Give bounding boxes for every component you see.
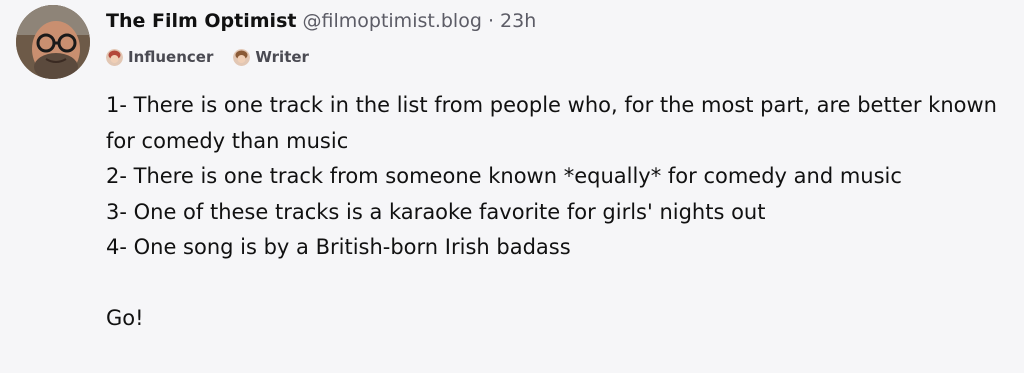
post-timestamp[interactable]: 23h: [500, 10, 536, 32]
post-line-2: 2- There is one track from someone known…: [106, 164, 902, 188]
badge-influencer-label: Influencer: [128, 48, 214, 66]
writer-avatar-icon: [233, 48, 251, 66]
post-closing: Go!: [106, 306, 144, 330]
badge-writer[interactable]: Writer: [233, 45, 309, 69]
author-handle[interactable]: @filmoptimist.blog: [303, 10, 482, 32]
author-avatar[interactable]: [16, 5, 90, 79]
post-body: 1- There is one track in the list from p…: [106, 88, 1006, 337]
post-line-1: 1- There is one track in the list from p…: [106, 93, 997, 153]
influencer-avatar-icon: [106, 48, 123, 66]
post-header: The Film Optimist @filmoptimist.blog · 2…: [106, 7, 536, 35]
author-display-name[interactable]: The Film Optimist: [106, 10, 296, 32]
post-line-3: 3- One of these tracks is a karaoke favo…: [106, 199, 766, 224]
avatar-photo-icon: [16, 5, 90, 79]
header-separator: ·: [487, 10, 494, 32]
post-card: The Film Optimist @filmoptimist.blog · 2…: [0, 0, 1024, 373]
badge-writer-label: Writer: [255, 48, 309, 66]
author-badges: Influencer Writer: [106, 45, 309, 69]
post-line-4: 4- One song is by a British-born Irish b…: [106, 235, 571, 259]
badge-influencer[interactable]: Influencer: [106, 45, 213, 69]
